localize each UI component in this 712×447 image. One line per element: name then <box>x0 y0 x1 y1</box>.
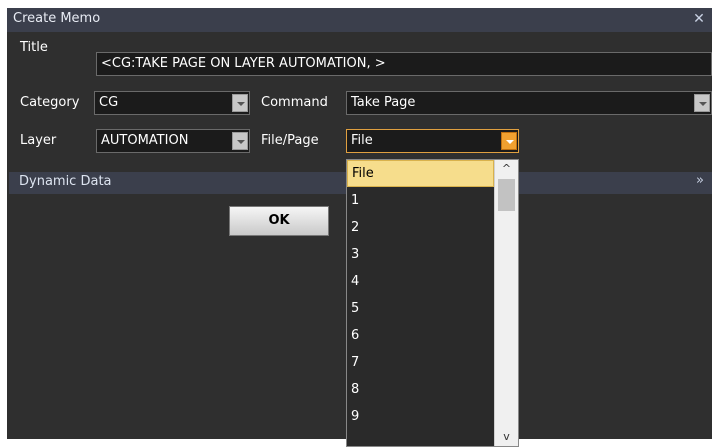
category-select[interactable]: CG <box>94 91 250 115</box>
window-title: Create Memo <box>13 11 101 26</box>
scroll-down-icon[interactable]: v <box>495 428 518 446</box>
title-label: Title <box>20 40 48 55</box>
dropdown-option[interactable]: 2 <box>347 214 494 241</box>
dropdown-option[interactable]: 5 <box>347 295 494 322</box>
dropdown-option[interactable]: 8 <box>347 376 494 403</box>
title-field-value: <CG:TAKE PAGE ON LAYER AUTOMATION, > <box>101 56 386 71</box>
dropdown-option[interactable]: 4 <box>347 268 494 295</box>
dropdown-option[interactable]: File <box>347 160 494 187</box>
dynamic-data-label: Dynamic Data <box>19 174 112 189</box>
double-chevron-down-icon[interactable]: » <box>696 173 704 188</box>
scroll-thumb[interactable] <box>498 179 515 211</box>
filepage-dropdown-list: File 1 2 3 4 5 6 7 8 9 ^ v <box>346 159 519 447</box>
scroll-up-icon[interactable]: ^ <box>495 160 518 178</box>
dropdown-scrollbar[interactable]: ^ v <box>494 160 518 446</box>
chevron-down-icon[interactable] <box>694 94 710 112</box>
filepage-select[interactable]: File <box>346 129 519 153</box>
chevron-down-icon[interactable] <box>232 132 248 150</box>
dropdown-option[interactable]: 7 <box>347 349 494 376</box>
layer-select-value: AUTOMATION <box>101 133 189 148</box>
chevron-down-icon[interactable] <box>501 132 517 150</box>
command-select-value: Take Page <box>351 95 416 110</box>
filepage-select-value: File <box>351 133 373 148</box>
layer-label: Layer <box>20 133 57 148</box>
layer-select[interactable]: AUTOMATION <box>96 129 250 153</box>
category-label: Category <box>20 95 80 110</box>
category-select-value: CG <box>99 95 119 110</box>
filepage-label: File/Page <box>261 133 319 148</box>
command-label: Command <box>261 95 328 110</box>
chevron-down-icon[interactable] <box>232 94 248 112</box>
close-icon[interactable]: ✕ <box>690 8 708 30</box>
dropdown-option[interactable]: 3 <box>347 241 494 268</box>
create-memo-dialog: Create Memo ✕ Title <CG:TAKE PAGE ON LAY… <box>7 8 712 447</box>
dropdown-option[interactable]: 9 <box>347 403 494 430</box>
dropdown-option[interactable]: 6 <box>347 322 494 349</box>
dropdown-option[interactable]: 1 <box>347 187 494 214</box>
title-bar[interactable]: Create Memo ✕ <box>7 8 712 32</box>
title-field[interactable]: <CG:TAKE PAGE ON LAYER AUTOMATION, > <box>96 52 712 76</box>
command-select[interactable]: Take Page <box>346 91 712 115</box>
ok-button[interactable]: OK <box>229 206 329 236</box>
